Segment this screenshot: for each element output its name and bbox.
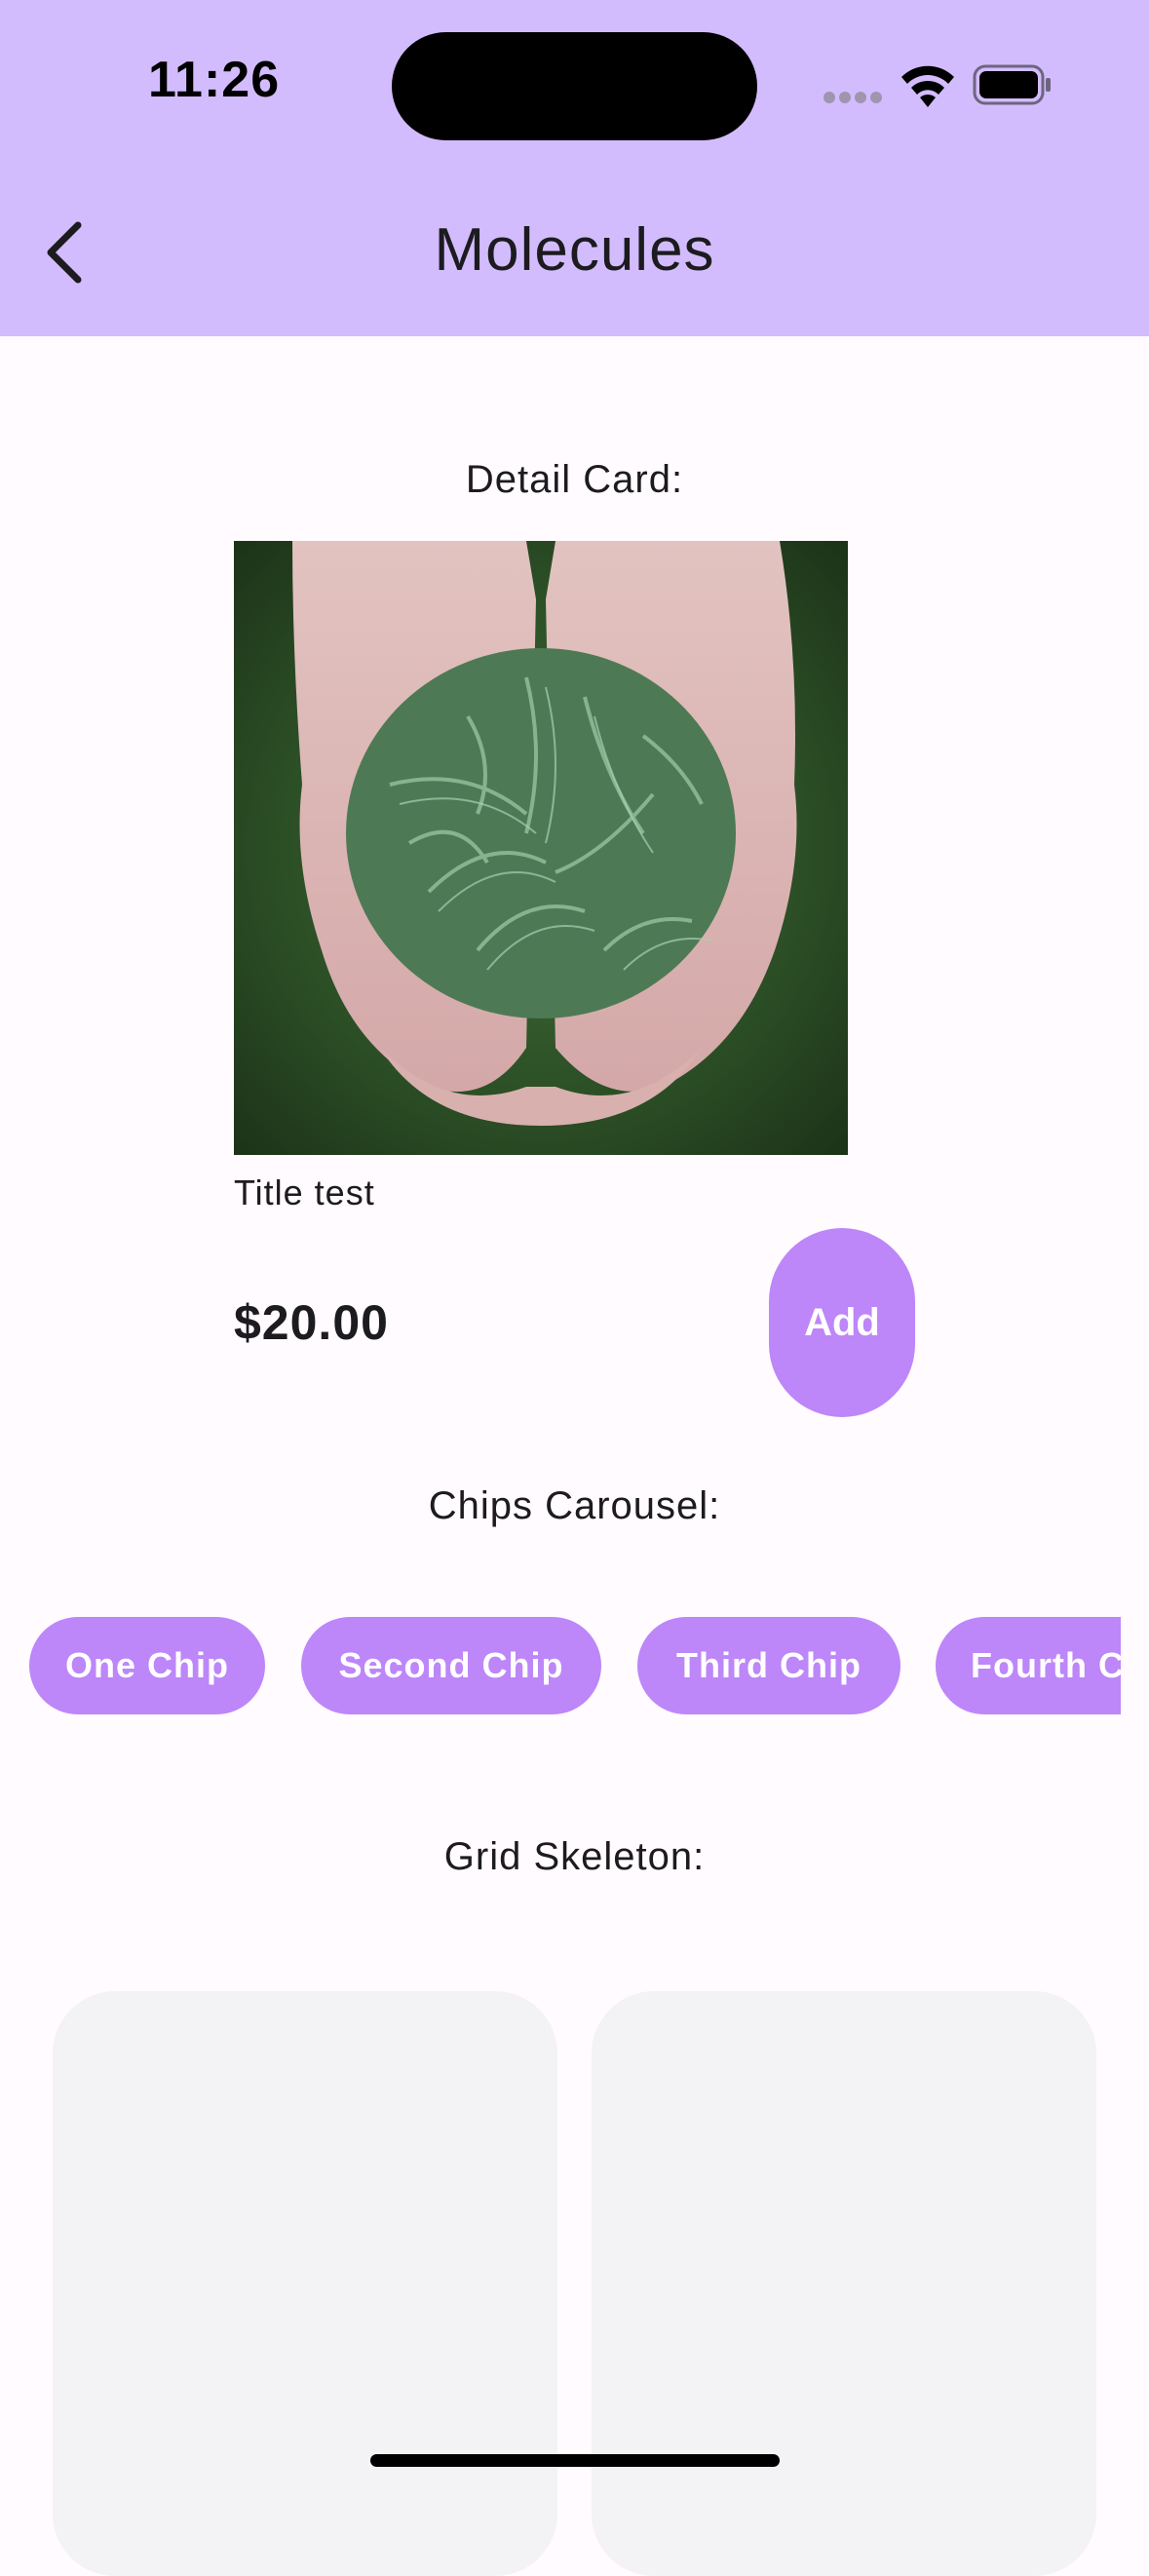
grid-skeleton-card	[592, 1991, 1096, 2576]
page-title: Molecules	[434, 216, 715, 284]
chip-one[interactable]: One Chip	[29, 1617, 265, 1714]
add-button[interactable]: Add	[769, 1228, 915, 1417]
app-header: 11:26 Molecules	[0, 0, 1149, 336]
detail-card-image	[234, 541, 848, 1155]
grid-skeleton-card	[53, 1991, 557, 2576]
chips-carousel-section-title: Chips Carousel:	[428, 1484, 721, 1527]
status-bar: 11:26	[0, 0, 1149, 171]
chip-second[interactable]: Second Chip	[301, 1617, 601, 1714]
battery-icon	[973, 64, 1053, 105]
nav-bar: Molecules	[0, 180, 1149, 327]
detail-card-section-title: Detail Card:	[465, 458, 684, 501]
wifi-icon	[899, 64, 957, 109]
chip-third[interactable]: Third Chip	[637, 1617, 900, 1714]
cellular-signal-icon	[823, 92, 882, 103]
detail-card-title: Title test	[234, 1173, 375, 1212]
detail-card-price: $20.00	[234, 1295, 389, 1350]
chip-fourth[interactable]: Fourth Chip	[936, 1617, 1121, 1714]
status-time: 11:26	[148, 52, 281, 108]
dynamic-island	[392, 32, 757, 140]
grid-skeleton-section-title: Grid Skeleton:	[443, 1835, 706, 1878]
chips-carousel[interactable]: One Chip Second Chip Third Chip Fourth C…	[0, 1613, 1121, 1720]
home-indicator[interactable]	[370, 2454, 780, 2467]
